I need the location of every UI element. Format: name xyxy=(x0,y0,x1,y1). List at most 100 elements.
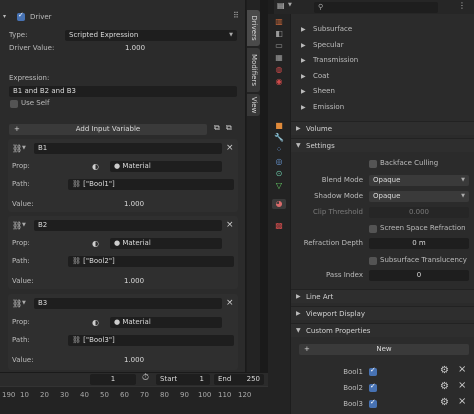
id-type-icon[interactable]: ◐ xyxy=(92,317,99,328)
refraction-depth-field[interactable]: 0 m xyxy=(369,238,469,249)
collapse-arrow-icon[interactable]: ▾ xyxy=(3,13,6,20)
id-type-icon[interactable]: ◐ xyxy=(92,238,99,249)
shadow-mode-dropdown[interactable]: Opaque ▼ xyxy=(369,191,469,202)
viewport-display-section-header[interactable]: ▶ Viewport Display xyxy=(291,306,474,320)
variable-type-icon[interactable]: ⛓ xyxy=(12,298,22,309)
material-icon: ● xyxy=(114,239,121,247)
add-input-variable-button[interactable]: + Add Input Variable xyxy=(9,124,207,135)
close-icon[interactable]: × xyxy=(226,298,234,309)
variable-card-b2: ⛓ ▼ B2 × Prop: ◐ ● Material Path: ⛓ ["Bo… xyxy=(8,216,238,289)
variable-card-b3: ⛓ ▼ B3 × Prop: ◐ ● Material Path: ⛓ ["Bo… xyxy=(8,294,238,370)
id-type-icon[interactable]: ◐ xyxy=(92,161,99,172)
driver-enabled-checkbox[interactable] xyxy=(17,11,25,21)
output-icon[interactable]: ▭ xyxy=(274,41,284,51)
gear-icon[interactable]: ⚙ xyxy=(440,397,449,408)
start-frame-field[interactable]: Start 1 xyxy=(156,374,210,385)
pin-icon[interactable]: ⋮ xyxy=(458,1,466,10)
drag-handle-icon[interactable]: ⠿ xyxy=(233,11,239,20)
render-icon[interactable]: ◧ xyxy=(274,29,284,39)
close-icon[interactable]: × xyxy=(458,396,466,407)
sheen-item[interactable]: Sheen xyxy=(313,86,335,97)
texture-icon[interactable]: ▩ xyxy=(274,221,284,231)
new-property-button[interactable]: + New xyxy=(299,344,469,355)
bool1-checkbox[interactable] xyxy=(369,366,377,376)
expand-arrow-icon[interactable]: ▶ xyxy=(301,101,306,115)
frame-tick: 20 xyxy=(40,391,49,399)
variable-type-icon[interactable]: ⛓ xyxy=(12,143,22,154)
variable-name-input[interactable]: B2 xyxy=(34,220,222,231)
end-frame-field[interactable]: End 250 xyxy=(214,374,264,385)
variable-name-input[interactable]: B3 xyxy=(34,298,222,309)
expand-arrow-icon[interactable]: ▶ xyxy=(301,23,306,37)
path-input[interactable]: ⛓ ["Bool3"] xyxy=(68,335,234,346)
variable-name-input[interactable]: B1 xyxy=(34,143,222,154)
area-divider[interactable] xyxy=(260,0,268,414)
tool-icon[interactable]: ▥ xyxy=(274,17,284,27)
gear-icon[interactable]: ⚙ xyxy=(440,381,449,392)
sidebar-tabs: Drivers Modifiers View xyxy=(247,0,260,372)
bool2-checkbox[interactable] xyxy=(369,382,377,392)
material-field[interactable]: ● Material xyxy=(110,161,222,172)
material-tab-icon[interactable]: ◕ xyxy=(272,199,286,209)
tab-drivers[interactable]: Drivers xyxy=(247,10,260,46)
variable-value: 1.000 xyxy=(124,200,145,208)
blend-mode-dropdown[interactable]: Opaque ▼ xyxy=(369,175,469,186)
expand-arrow-icon[interactable]: ▶ xyxy=(301,39,306,53)
use-self-checkbox[interactable] xyxy=(10,100,18,108)
timeline-ruler[interactable]: 190 10 20 30 40 50 60 70 80 90 100 110 1… xyxy=(0,386,268,414)
custom-properties-section-header[interactable]: ▼ Custom Properties xyxy=(291,323,474,337)
gear-icon[interactable]: ⚙ xyxy=(440,365,449,376)
tab-modifiers[interactable]: Modifiers xyxy=(247,48,260,92)
clip-threshold-field[interactable]: 0.000 xyxy=(369,207,469,218)
search-input[interactable]: ⚲ xyxy=(314,2,438,13)
frame-tick: 100 xyxy=(198,391,212,399)
current-frame-field[interactable]: 1 xyxy=(90,374,136,385)
particles-icon[interactable]: ⁘ xyxy=(274,145,284,155)
pass-index-field[interactable]: 0 xyxy=(369,270,469,281)
expand-arrow-icon[interactable]: ▶ xyxy=(301,70,306,84)
frame-tick: 190 xyxy=(2,391,16,399)
path-input[interactable]: ⛓ ["Bool2"] xyxy=(68,256,234,267)
bool3-checkbox[interactable] xyxy=(369,398,377,408)
editor-type-icon[interactable]: ▤ xyxy=(277,1,285,10)
coat-item[interactable]: Coat xyxy=(313,71,329,82)
physics-icon[interactable]: ◎ xyxy=(274,157,284,167)
material-field[interactable]: ● Material xyxy=(110,238,222,249)
screen-space-refraction-checkbox[interactable] xyxy=(369,225,377,233)
screen-space-refraction-label: Screen Space Refraction xyxy=(380,224,466,232)
expand-arrow-icon[interactable]: ▶ xyxy=(301,54,306,68)
backface-culling-checkbox[interactable] xyxy=(369,160,377,168)
subsurface-item[interactable]: Subsurface xyxy=(313,24,352,35)
expression-input[interactable]: B1 and B2 and B3 xyxy=(9,86,237,97)
path-input[interactable]: ⛓ ["Bool1"] xyxy=(68,179,234,190)
transmission-item[interactable]: Transmission xyxy=(313,55,358,66)
tab-view[interactable]: View xyxy=(247,94,260,116)
copy-vars-icon[interactable]: ⧉ xyxy=(214,123,220,133)
specular-item[interactable]: Specular xyxy=(313,40,344,51)
object-data-icon[interactable]: ▽ xyxy=(274,181,284,191)
clip-threshold-label: Clip Threshold xyxy=(313,208,363,216)
object-icon[interactable]: ■ xyxy=(274,121,284,131)
scene-icon[interactable]: ◍ xyxy=(274,65,284,75)
paste-vars-icon[interactable]: ⧉ xyxy=(226,123,232,133)
expand-arrow-icon[interactable]: ▶ xyxy=(301,85,306,99)
variable-type-icon[interactable]: ⛓ xyxy=(12,220,22,231)
subsurface-translucency-checkbox[interactable] xyxy=(369,257,377,265)
close-icon[interactable]: × xyxy=(458,364,466,375)
volume-section-header[interactable]: ▶ Volume xyxy=(291,121,474,135)
modifiers-icon[interactable]: 🔧 xyxy=(274,133,284,143)
close-icon[interactable]: × xyxy=(226,143,234,154)
material-field[interactable]: ● Material xyxy=(110,317,222,328)
world-icon[interactable]: ◉ xyxy=(274,77,284,87)
settings-section-header[interactable]: ▼ Settings xyxy=(291,138,474,152)
close-icon[interactable]: × xyxy=(226,220,234,231)
chevron-down-icon: ▼ xyxy=(288,2,292,8)
custom-prop-label: Bool1 xyxy=(343,368,363,376)
stopwatch-icon[interactable]: ⏱ xyxy=(142,373,149,383)
type-dropdown[interactable]: Scripted Expression ▼ xyxy=(65,30,237,41)
close-icon[interactable]: × xyxy=(458,380,466,391)
constraints-icon[interactable]: ⊙ xyxy=(274,169,284,179)
emission-item[interactable]: Emission xyxy=(313,102,344,113)
line-art-section-header[interactable]: ▶ Line Art xyxy=(291,289,474,303)
view-layer-icon[interactable]: ▦ xyxy=(274,53,284,63)
